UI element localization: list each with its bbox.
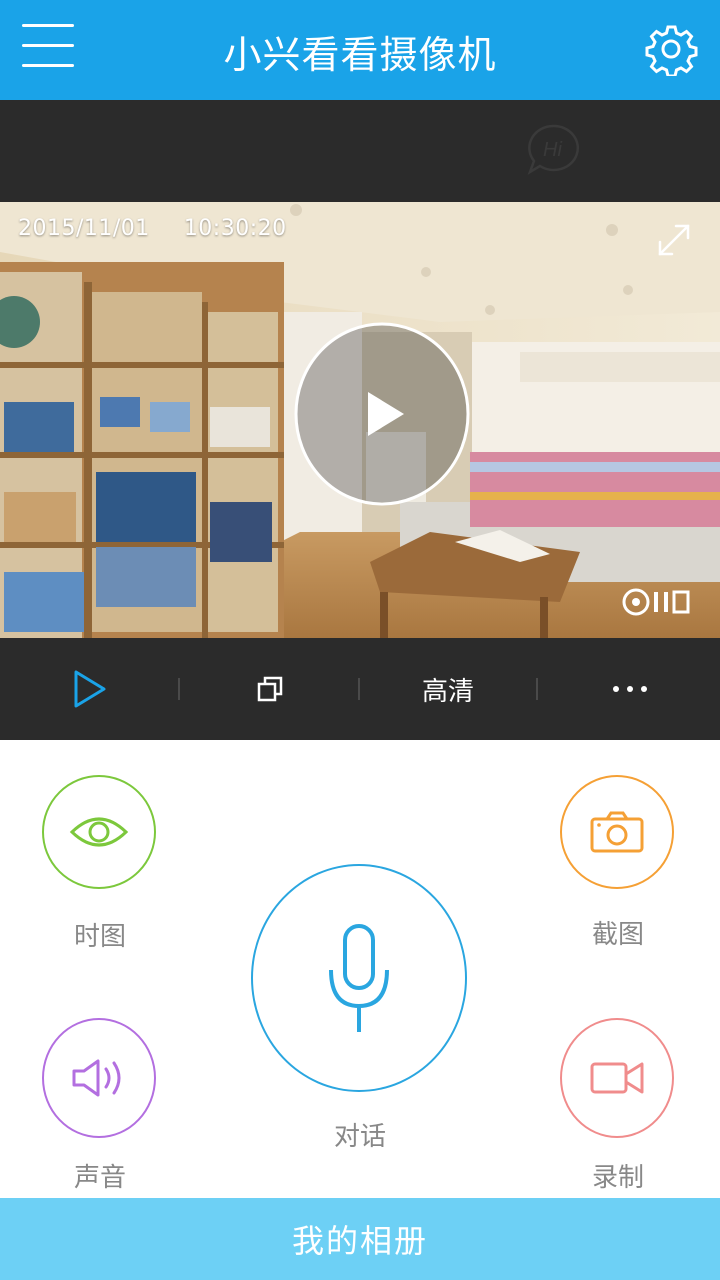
sound-button[interactable] <box>42 1018 156 1138</box>
timeline-button[interactable] <box>42 775 156 889</box>
screenshot-label: 截图 <box>591 920 644 950</box>
talk-button[interactable] <box>251 864 467 1092</box>
my-album-button[interactable]: 我的相册 <box>0 1198 720 1280</box>
camera-icon <box>590 811 644 853</box>
eye-icon <box>69 817 129 847</box>
play-overlay-icon[interactable] <box>292 320 472 508</box>
my-album-label: 我的相册 <box>291 1222 428 1260</box>
page-title: 小兴看看摄像机 <box>223 33 497 77</box>
multiview-button[interactable] <box>180 638 360 740</box>
fullscreen-icon[interactable] <box>654 220 694 260</box>
speaker-icon <box>72 1059 121 1097</box>
more-dots-icon <box>613 686 619 692</box>
video-control-bar: 高清 <box>0 638 720 740</box>
video-top-band: Hi <box>0 100 720 202</box>
video-time: 10:30:20 <box>183 216 287 241</box>
copy-icon <box>257 676 283 702</box>
play-icon <box>74 670 106 708</box>
app-header: 小兴看看摄像机 <box>0 0 720 100</box>
timeline-label: 时图 <box>73 922 126 952</box>
camera-video-feed[interactable]: 2015/11/01 10:30:20 <box>0 202 720 638</box>
record-button[interactable] <box>560 1018 674 1138</box>
video-timestamp: 2015/11/01 10:30:20 <box>18 216 287 241</box>
video-camera-icon <box>590 1062 644 1094</box>
quality-button[interactable]: 高清 <box>360 638 536 740</box>
record-label: 录制 <box>591 1163 644 1193</box>
control-divider <box>536 678 538 700</box>
play-button[interactable] <box>0 638 180 740</box>
sound-label: 声音 <box>73 1163 126 1193</box>
video-date: 2015/11/01 <box>18 216 150 241</box>
quality-label: 高清 <box>421 676 474 707</box>
microphone-icon <box>329 924 389 1032</box>
screenshot-button[interactable] <box>560 775 674 889</box>
svg-text:Hi: Hi <box>543 139 562 161</box>
hi-chat-icon[interactable]: Hi <box>526 122 582 178</box>
more-options-button[interactable] <box>540 638 720 740</box>
talk-label: 对话 <box>333 1122 386 1152</box>
watermark-logo <box>622 588 690 616</box>
gear-icon[interactable] <box>644 22 698 76</box>
